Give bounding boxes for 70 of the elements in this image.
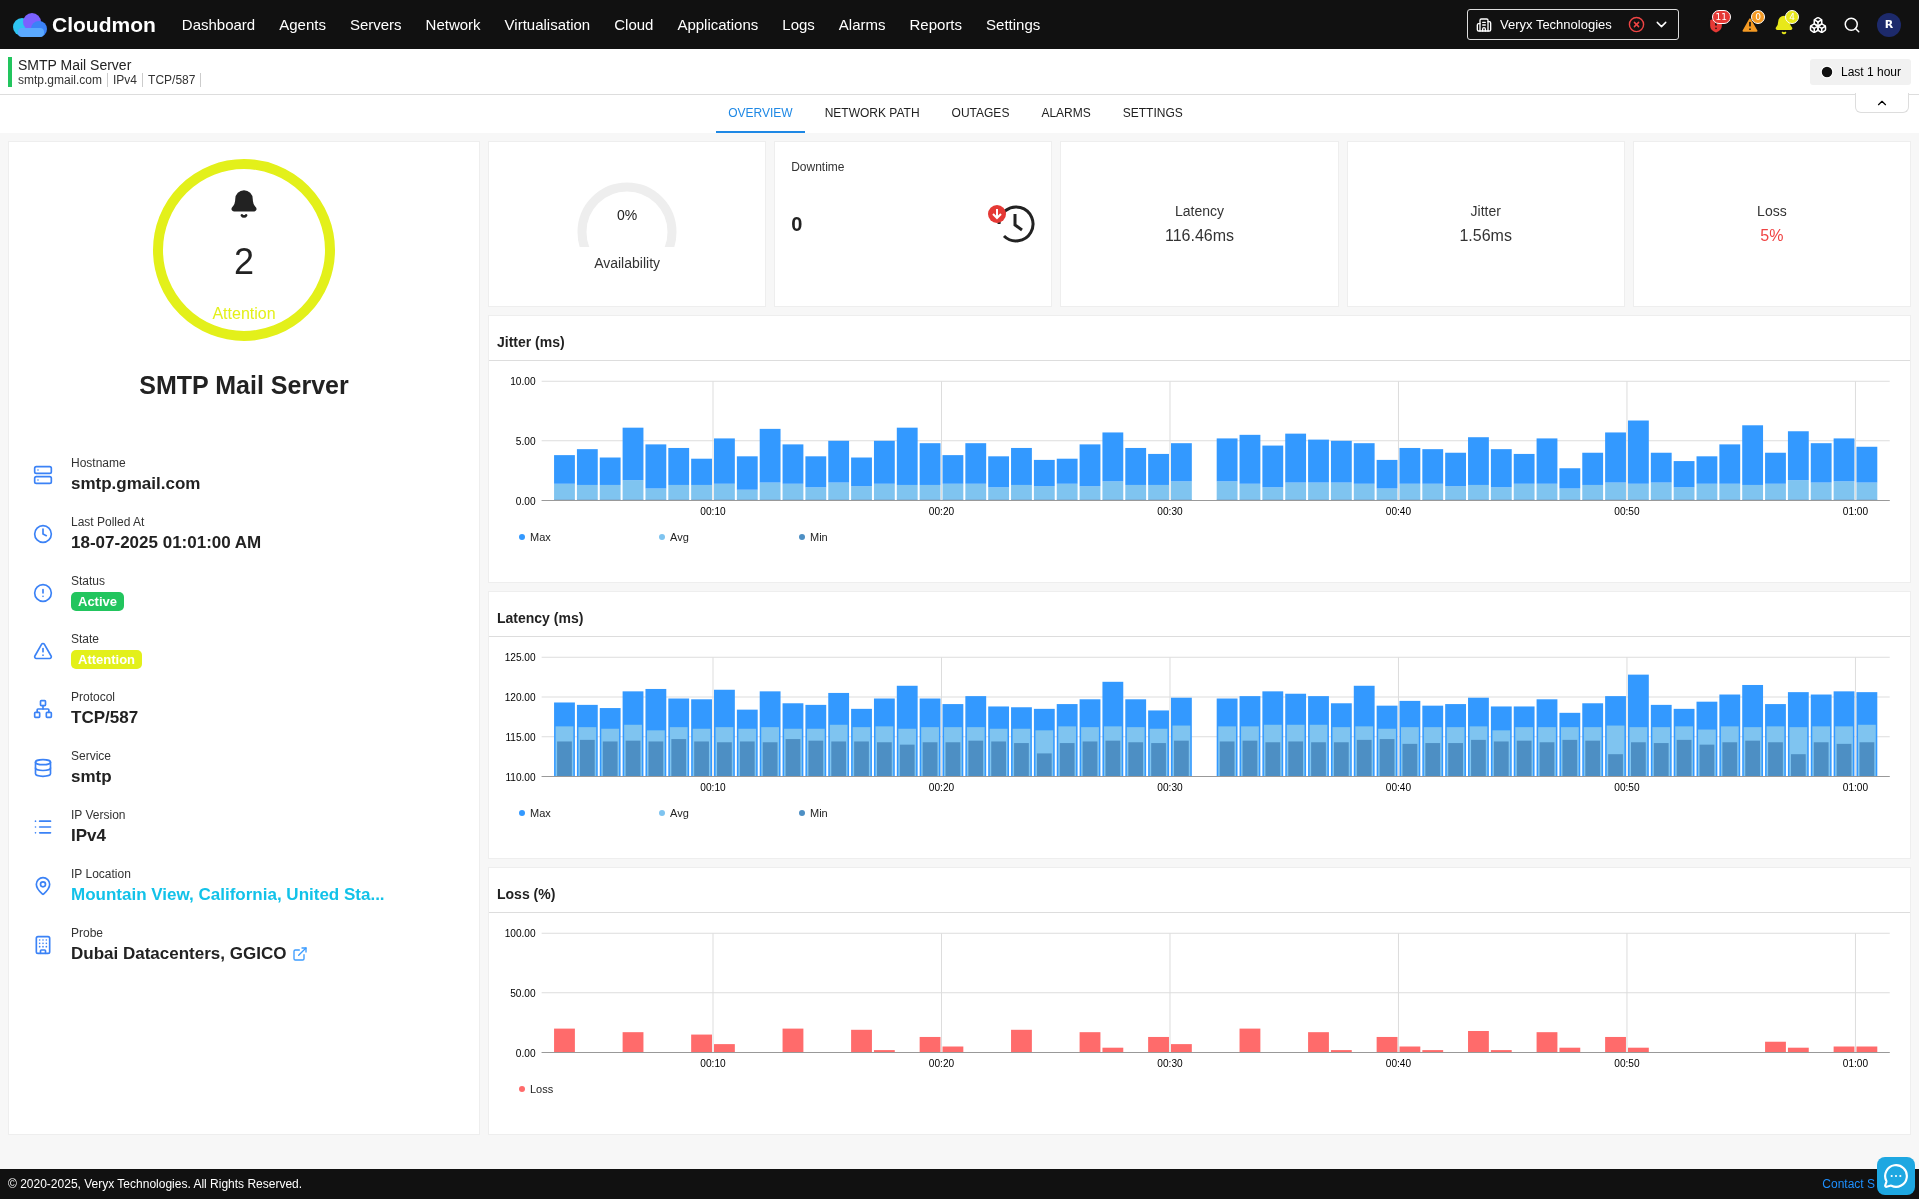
count-badge: 4 bbox=[1785, 9, 1799, 24]
detail-label: Last Polled At bbox=[71, 515, 145, 529]
detail-value: IPv4 bbox=[71, 826, 106, 846]
card-label: Jitter bbox=[1470, 203, 1501, 219]
card-value: 0 bbox=[791, 212, 803, 236]
detail-label: Protocol bbox=[71, 690, 116, 704]
card-value: 1.56ms bbox=[1459, 227, 1512, 245]
axis-label: 5.00 bbox=[515, 435, 536, 447]
axis-label: 00:50 bbox=[1614, 1057, 1640, 1069]
axis-label: 00:40 bbox=[1385, 505, 1412, 517]
axis-label: 00:50 bbox=[1614, 505, 1640, 517]
axis-label: 00:10 bbox=[700, 781, 726, 793]
card-value: 116.46ms bbox=[1164, 227, 1235, 245]
status-badge: Active bbox=[71, 592, 125, 611]
axis-label: 0.00 bbox=[515, 1047, 536, 1059]
meta-text: smtp.gmail.com bbox=[18, 72, 109, 87]
axis-label: 125.00 bbox=[504, 652, 536, 664]
alarm-count: 2 bbox=[234, 241, 254, 283]
axis-label: 120.00 bbox=[504, 691, 536, 703]
card-label: Latency bbox=[1174, 203, 1224, 219]
detail-label: IP Location bbox=[71, 867, 131, 881]
axis-label: 100.00 bbox=[504, 928, 536, 940]
axis-label: 01:00 bbox=[1842, 781, 1869, 793]
detail-value: 18-07-2025 01:01:00 AM bbox=[71, 533, 262, 553]
page-title: SMTP Mail Server bbox=[18, 56, 133, 73]
axis-label: 00:20 bbox=[928, 505, 955, 517]
card-label: Downtime bbox=[791, 160, 846, 174]
count-badge: 0 bbox=[1751, 9, 1765, 24]
chart-title: Latency (ms) bbox=[489, 592, 1910, 637]
copyright-text: © 2020-2025, Veryx Technologies. All Rights Reserved. bbox=[8, 1177, 303, 1191]
axis-label: 00:10 bbox=[700, 505, 726, 517]
axis-label: 01:00 bbox=[1842, 505, 1869, 517]
alarm-state: Attention bbox=[212, 305, 276, 323]
detail-value: Dubai Datacenters, GGICO bbox=[71, 944, 287, 964]
detail-label: Hostname bbox=[71, 456, 126, 470]
axis-label: 01:00 bbox=[1842, 1057, 1869, 1069]
detail-label: IP Version bbox=[71, 808, 126, 822]
axis-label: 00:40 bbox=[1385, 1057, 1412, 1069]
chart-title: Loss (%) bbox=[489, 868, 1910, 913]
axis-label: 0.00 bbox=[515, 495, 536, 507]
axis-label: 00:30 bbox=[1157, 1057, 1183, 1069]
axis-label: 115.00 bbox=[505, 731, 536, 743]
detail-label: Status bbox=[71, 574, 106, 588]
detail-label: Probe bbox=[71, 926, 104, 940]
card-label: Loss bbox=[1757, 203, 1787, 219]
meta-text: TCP/587 bbox=[148, 72, 202, 87]
axis-label: 110.00 bbox=[505, 771, 536, 783]
axis-label: 00:40 bbox=[1385, 781, 1412, 793]
detail-value: smtp bbox=[71, 767, 112, 787]
detail-label: State bbox=[71, 632, 100, 646]
brand-name: Cloudmon bbox=[52, 12, 156, 37]
detail-value: TCP/587 bbox=[71, 708, 139, 728]
count-badge: 11 bbox=[1711, 9, 1731, 24]
chart-title: Jitter (ms) bbox=[489, 316, 1910, 361]
card-value: 5% bbox=[1760, 227, 1784, 245]
axis-label: 00:20 bbox=[928, 781, 955, 793]
axis-label: 00:50 bbox=[1614, 781, 1640, 793]
detail-label: Service bbox=[71, 749, 111, 763]
axis-label: 00:30 bbox=[1157, 505, 1183, 517]
axis-label: 10.00 bbox=[510, 376, 536, 388]
gauge-value: 0% bbox=[616, 207, 638, 223]
axis-label: 50.00 bbox=[510, 987, 536, 999]
axis-label: 00:20 bbox=[928, 1057, 955, 1069]
card-label: Availability bbox=[594, 255, 661, 271]
monitor-name: SMTP Mail Server bbox=[139, 371, 349, 400]
status-badge: Attention bbox=[71, 650, 143, 669]
axis-label: 00:30 bbox=[1157, 781, 1183, 793]
detail-value: smtp.gmail.com bbox=[71, 474, 201, 494]
meta-text: IPv4 bbox=[113, 72, 144, 87]
axis-label: 00:10 bbox=[700, 1057, 726, 1069]
